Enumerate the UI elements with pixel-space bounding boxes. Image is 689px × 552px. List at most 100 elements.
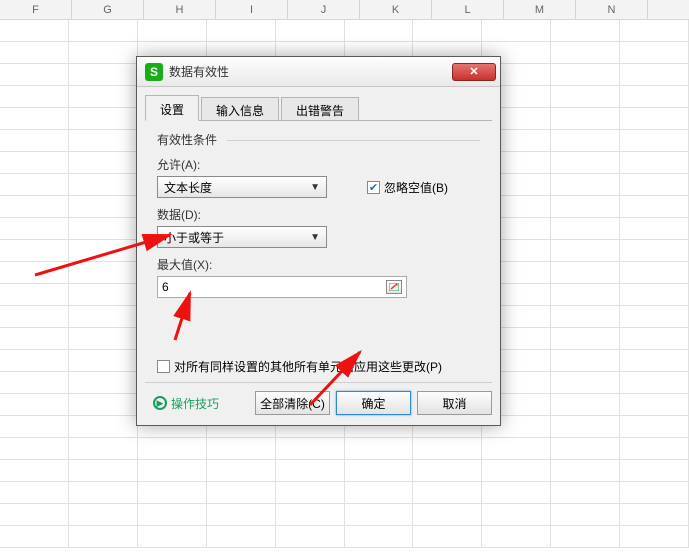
cell[interactable] — [207, 526, 276, 548]
cell[interactable] — [551, 504, 620, 526]
close-button[interactable]: ✕ — [452, 63, 496, 81]
cell[interactable] — [551, 328, 620, 350]
cell[interactable] — [276, 460, 345, 482]
cell[interactable] — [551, 526, 620, 548]
cell[interactable] — [620, 328, 689, 350]
cell[interactable] — [276, 526, 345, 548]
apply-changes-checkbox[interactable]: ✔ — [157, 360, 170, 373]
cell[interactable] — [0, 416, 69, 438]
cell[interactable] — [69, 218, 138, 240]
cell[interactable] — [345, 460, 414, 482]
cell[interactable] — [69, 262, 138, 284]
cell[interactable] — [0, 350, 69, 372]
cell[interactable] — [0, 152, 69, 174]
cell[interactable] — [69, 372, 138, 394]
cell[interactable] — [551, 218, 620, 240]
cell[interactable] — [345, 20, 414, 42]
cell[interactable] — [0, 130, 69, 152]
cell[interactable] — [620, 196, 689, 218]
cell[interactable] — [0, 504, 69, 526]
cell[interactable] — [551, 394, 620, 416]
ok-button[interactable]: 确定 — [336, 391, 411, 415]
cell[interactable] — [620, 86, 689, 108]
cell[interactable] — [482, 460, 551, 482]
cell[interactable] — [413, 504, 482, 526]
cell[interactable] — [482, 504, 551, 526]
cell[interactable] — [413, 438, 482, 460]
cell[interactable] — [620, 416, 689, 438]
cell[interactable] — [551, 438, 620, 460]
cell[interactable] — [138, 438, 207, 460]
cell[interactable] — [0, 240, 69, 262]
cell[interactable] — [0, 64, 69, 86]
cell[interactable] — [138, 482, 207, 504]
cell[interactable] — [138, 526, 207, 548]
cell[interactable] — [551, 108, 620, 130]
cell[interactable] — [551, 350, 620, 372]
cell[interactable] — [276, 504, 345, 526]
ignore-blank-row[interactable]: ✔ 忽略空值(B) — [367, 179, 448, 196]
cell[interactable] — [69, 42, 138, 64]
cell[interactable] — [276, 438, 345, 460]
cell[interactable] — [69, 240, 138, 262]
cell[interactable] — [482, 482, 551, 504]
column-header[interactable]: I — [216, 0, 288, 19]
collapse-dialog-button[interactable] — [386, 280, 402, 294]
cell[interactable] — [69, 438, 138, 460]
cell[interactable] — [620, 130, 689, 152]
cell[interactable] — [0, 460, 69, 482]
column-header[interactable]: K — [360, 0, 432, 19]
cell[interactable] — [620, 306, 689, 328]
cell[interactable] — [207, 460, 276, 482]
cell[interactable] — [207, 504, 276, 526]
cell[interactable] — [620, 438, 689, 460]
cell[interactable] — [413, 20, 482, 42]
cell[interactable] — [0, 394, 69, 416]
cell[interactable] — [620, 64, 689, 86]
cell[interactable] — [138, 460, 207, 482]
column-header[interactable]: F — [0, 0, 72, 19]
cell[interactable] — [620, 20, 689, 42]
cell[interactable] — [551, 482, 620, 504]
cell[interactable] — [551, 152, 620, 174]
cell[interactable] — [345, 526, 414, 548]
apply-changes-row[interactable]: ✔ 对所有同样设置的其他所有单元格应用这些更改(P) — [157, 358, 442, 375]
cell[interactable] — [0, 284, 69, 306]
cell[interactable] — [551, 42, 620, 64]
cell[interactable] — [0, 42, 69, 64]
cell[interactable] — [413, 460, 482, 482]
cell[interactable] — [620, 108, 689, 130]
cancel-button[interactable]: 取消 — [417, 391, 492, 415]
cell[interactable] — [0, 526, 69, 548]
cell[interactable] — [620, 284, 689, 306]
cell[interactable] — [620, 218, 689, 240]
cell[interactable] — [69, 460, 138, 482]
cell[interactable] — [0, 306, 69, 328]
cell[interactable] — [69, 64, 138, 86]
cell[interactable] — [69, 328, 138, 350]
cell[interactable] — [69, 306, 138, 328]
cell[interactable] — [69, 196, 138, 218]
cell[interactable] — [0, 482, 69, 504]
cell[interactable] — [345, 482, 414, 504]
cell[interactable] — [620, 504, 689, 526]
cell[interactable] — [69, 394, 138, 416]
cell[interactable] — [0, 20, 69, 42]
cell[interactable] — [69, 284, 138, 306]
tips-link[interactable]: ▶ 操作技巧 — [145, 395, 219, 412]
cell[interactable] — [551, 196, 620, 218]
cell[interactable] — [620, 460, 689, 482]
cell[interactable] — [620, 152, 689, 174]
cell[interactable] — [551, 20, 620, 42]
column-header[interactable]: J — [288, 0, 360, 19]
cell[interactable] — [69, 174, 138, 196]
cell[interactable] — [207, 20, 276, 42]
cell[interactable] — [620, 174, 689, 196]
cell[interactable] — [69, 108, 138, 130]
cell[interactable] — [551, 262, 620, 284]
cell[interactable] — [0, 438, 69, 460]
cell[interactable] — [138, 504, 207, 526]
cell[interactable] — [551, 306, 620, 328]
cell[interactable] — [482, 526, 551, 548]
tab-error-alert[interactable]: 出错警告 — [281, 97, 359, 120]
